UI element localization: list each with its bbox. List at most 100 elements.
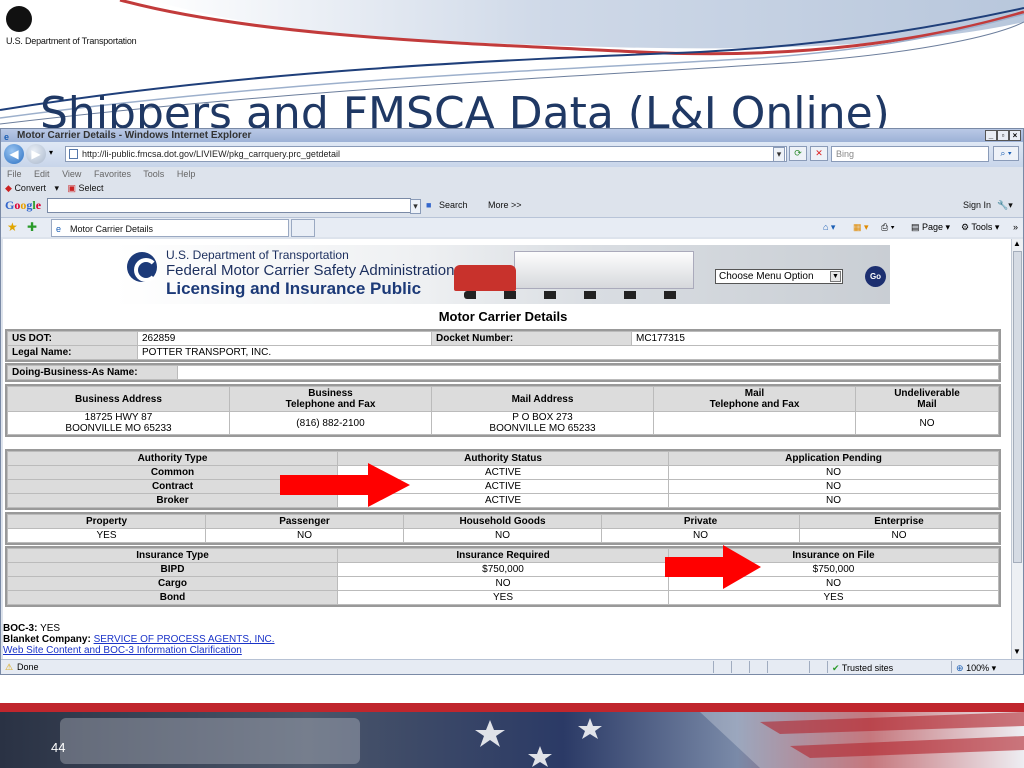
authority-group: Authority Type Authority Status Applicat… bbox=[5, 449, 1001, 510]
enterprise-header: Enterprise bbox=[799, 514, 999, 529]
go-button[interactable]: Go bbox=[865, 266, 886, 287]
select-icon: ▣ bbox=[67, 183, 77, 193]
mail-phone-value bbox=[653, 411, 856, 435]
url-text: http://li-public.fmcsa.dot.gov/LIVIEW/pk… bbox=[82, 149, 340, 159]
wrench-icon[interactable]: 🔧▾ bbox=[997, 195, 1013, 215]
application-pending-common: NO bbox=[668, 465, 999, 480]
slide: U.S. Department of Transportation Shippe… bbox=[0, 0, 1024, 768]
red-arrow-authority-icon bbox=[280, 463, 410, 507]
minimize-button[interactable]: _ bbox=[985, 130, 997, 141]
zone-label: Trusted sites bbox=[841, 663, 894, 673]
popup-blocker-icon[interactable] bbox=[767, 661, 791, 673]
google-search-icon: ■ bbox=[426, 200, 432, 210]
application-pending-header: Application Pending bbox=[668, 451, 999, 466]
google-search-button[interactable]: Search bbox=[439, 195, 468, 215]
url-input[interactable]: http://li-public.fmcsa.dot.gov/LIVIEW/pk… bbox=[65, 146, 787, 162]
sign-in-button[interactable]: Sign In bbox=[963, 195, 991, 215]
forward-button[interactable]: ▶ bbox=[26, 144, 46, 164]
favorites-star-icon[interactable]: ★ bbox=[7, 218, 18, 236]
mail-address-line2: BOONVILLE MO 65233 bbox=[489, 423, 596, 434]
restore-button[interactable]: ▫ bbox=[997, 130, 1009, 141]
application-pending-contract: NO bbox=[668, 479, 999, 494]
insurance-type-header: Insurance Type bbox=[7, 548, 338, 563]
feeds-icon[interactable]: ▦ ▾ bbox=[853, 218, 869, 236]
footer-stars-icon bbox=[60, 712, 1024, 768]
menu-edit[interactable]: Edit bbox=[34, 169, 50, 179]
household-goods-value: NO bbox=[403, 528, 602, 543]
print-icon[interactable]: ⎙ ▾ bbox=[881, 218, 894, 236]
dba-value bbox=[177, 365, 999, 380]
google-toolbar: Google ▾ ■ Search More >> Sign In 🔧▾ bbox=[1, 195, 1023, 215]
page-menu[interactable]: ▤ Page ▾ bbox=[911, 218, 950, 236]
insurance-on-file-bond: YES bbox=[668, 590, 999, 605]
close-window-button[interactable]: × bbox=[1009, 130, 1021, 141]
new-tab-button[interactable] bbox=[291, 219, 315, 237]
footer-banner bbox=[0, 712, 1024, 768]
tab-bar: ★ ✚ e Motor Carrier Details ⌂ ▾ ▦ ▾ ⎙ ▾ … bbox=[1, 217, 1023, 237]
history-dropdown-icon[interactable]: ▾ bbox=[49, 148, 53, 157]
stop-icon[interactable]: ✕ bbox=[810, 146, 828, 161]
address-group: Business Address Business Telephone and F… bbox=[5, 384, 1001, 437]
slide-page-number: 44 bbox=[51, 740, 66, 755]
zoom-icon: ⊕ bbox=[956, 663, 964, 673]
scroll-up-icon[interactable]: ▲ bbox=[1013, 239, 1021, 248]
passenger-value: NO bbox=[205, 528, 404, 543]
banner-subtitle: Licensing and Insurance Public bbox=[166, 279, 422, 298]
zoom-control[interactable]: ⊕ 100% ▾ bbox=[951, 661, 1011, 673]
scroll-thumb[interactable] bbox=[1013, 251, 1022, 563]
carrier-id-group: US DOT: 262859 Docket Number: MC177315 L… bbox=[5, 329, 1001, 362]
refresh-icon[interactable]: ⟳ bbox=[789, 146, 807, 161]
chevron-more-icon[interactable]: » bbox=[1013, 218, 1018, 236]
google-search-input[interactable] bbox=[47, 198, 411, 213]
zoom-dropdown-icon: ▾ bbox=[991, 663, 997, 673]
menu-view[interactable]: View bbox=[62, 169, 81, 179]
business-phone-value: (816) 882-2100 bbox=[229, 411, 432, 435]
tab-motor-carrier-details[interactable]: e Motor Carrier Details bbox=[51, 219, 289, 237]
status-bar: ⚠ Done ✔ Trusted sites ⊕ 100% ▾ bbox=[1, 659, 1023, 674]
property-value: YES bbox=[7, 528, 206, 543]
blanket-company-link[interactable]: SERVICE OF PROCESS AGENTS, INC. bbox=[94, 634, 275, 645]
cargo-group: Property Passenger Household Goods Priva… bbox=[5, 512, 1001, 545]
legal-name-label: Legal Name: bbox=[7, 345, 138, 360]
clarification-link[interactable]: Web Site Content and BOC-3 Information C… bbox=[3, 645, 242, 656]
home-icon[interactable]: ⌂ ▾ bbox=[823, 218, 835, 236]
dot-org-label: U.S. Department of Transportation bbox=[6, 36, 137, 46]
menu-help[interactable]: Help bbox=[177, 169, 196, 179]
status-done: Done bbox=[17, 662, 39, 672]
passenger-header: Passenger bbox=[205, 514, 404, 529]
boc3-value: YES bbox=[40, 623, 61, 634]
google-dropdown-icon[interactable]: ▾ bbox=[410, 199, 421, 214]
convert-dropdown-icon[interactable]: ▾ bbox=[54, 183, 59, 193]
convert-button[interactable]: Convert bbox=[14, 183, 46, 193]
docket-label: Docket Number: bbox=[431, 331, 632, 346]
us-dot-label: US DOT: bbox=[7, 331, 138, 346]
fmcsa-banner: U.S. Department of Transportation Federa… bbox=[114, 245, 890, 304]
legal-name-value: POTTER TRANSPORT, INC. bbox=[137, 345, 999, 360]
pdf-toolbar: ◆ Convert ▾ ▣ Select bbox=[1, 181, 1023, 195]
security-zone[interactable]: ✔ Trusted sites bbox=[827, 661, 947, 673]
business-phone-header: Business Telephone and Fax bbox=[229, 386, 432, 412]
vertical-scrollbar[interactable]: ▲ ▼ bbox=[1011, 239, 1023, 659]
mail-address-header: Mail Address bbox=[431, 386, 654, 412]
menu-option-select[interactable]: Choose Menu Option ▼ bbox=[715, 269, 843, 284]
scroll-down-icon[interactable]: ▼ bbox=[1013, 647, 1021, 656]
add-favorites-icon[interactable]: ✚ bbox=[27, 218, 37, 236]
menu-file[interactable]: File bbox=[7, 169, 22, 179]
address-table: Business Address Business Telephone and F… bbox=[7, 386, 999, 435]
truck-wheels-image bbox=[464, 291, 694, 299]
truck-trailer-image bbox=[514, 251, 694, 289]
back-button[interactable]: ◀ bbox=[4, 144, 24, 164]
url-dropdown-icon[interactable]: ▾ bbox=[773, 147, 785, 162]
tools-menu-label: Tools bbox=[971, 222, 993, 232]
select-button[interactable]: Select bbox=[79, 183, 104, 193]
more-button[interactable]: More >> bbox=[488, 195, 522, 215]
undeliverable-value: NO bbox=[855, 411, 999, 435]
search-icon[interactable]: ⌕ ▾ bbox=[993, 146, 1019, 161]
menu-tools[interactable]: Tools bbox=[143, 169, 164, 179]
zoom-level: 100% bbox=[966, 663, 990, 673]
carrier-id-table: US DOT: 262859 Docket Number: MC177315 L… bbox=[7, 331, 999, 360]
menu-favorites[interactable]: Favorites bbox=[94, 169, 131, 179]
tools-menu[interactable]: ⚙ Tools ▾ bbox=[961, 218, 999, 236]
search-input[interactable]: Bing bbox=[831, 146, 989, 162]
browser-window: e Motor Carrier Details - Windows Intern… bbox=[0, 128, 1024, 675]
